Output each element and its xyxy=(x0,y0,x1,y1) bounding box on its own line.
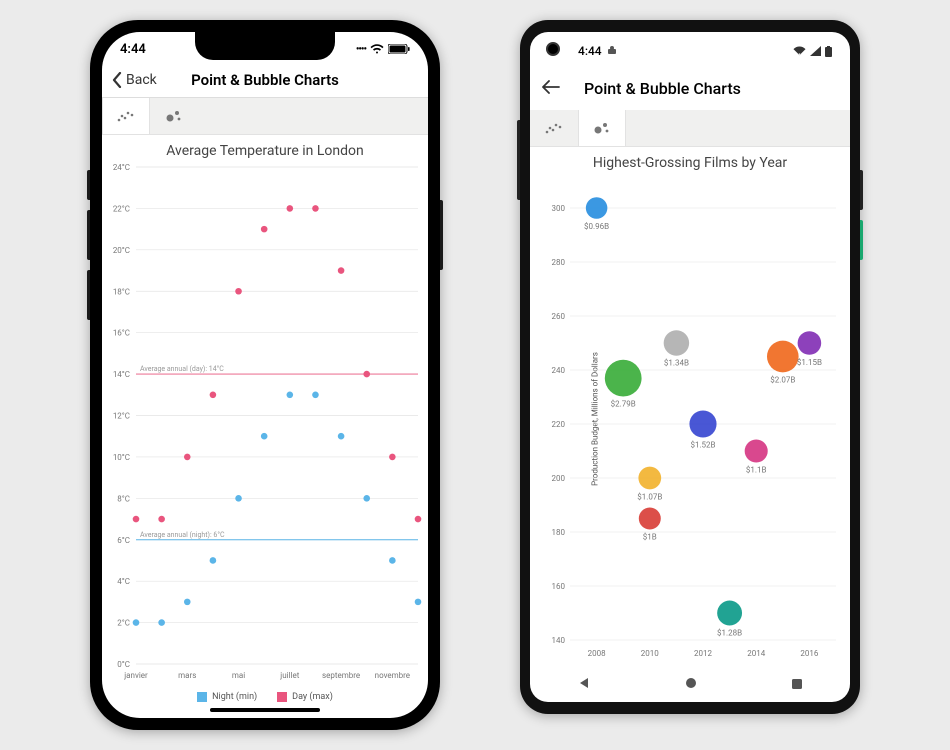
svg-text:300: 300 xyxy=(552,204,566,213)
svg-text:18°C: 18°C xyxy=(113,287,130,296)
android-appbar: Point & Bubble Charts xyxy=(530,66,850,110)
bubble-icon xyxy=(593,121,611,135)
svg-text:200: 200 xyxy=(552,474,566,483)
iphone-volume-down xyxy=(87,270,90,320)
svg-text:$2.79B: $2.79B xyxy=(611,399,636,408)
android-device: 4:44 Point & Bubble Charts xyxy=(520,20,860,714)
svg-text:2008: 2008 xyxy=(588,649,606,658)
page-title: Point & Bubble Charts xyxy=(584,79,741,98)
svg-text:180: 180 xyxy=(552,528,566,537)
svg-text:juillet: juillet xyxy=(279,671,299,680)
android-accent-button xyxy=(860,220,863,260)
svg-text:20°C: 20°C xyxy=(113,246,130,255)
svg-text:mars: mars xyxy=(178,671,196,680)
svg-text:140: 140 xyxy=(552,636,566,645)
legend-night: Night (min) xyxy=(197,692,257,702)
battery-icon xyxy=(825,46,832,57)
svg-text:24°C: 24°C xyxy=(113,163,130,172)
svg-text:6°C: 6°C xyxy=(117,536,130,545)
arrow-left-icon xyxy=(542,80,560,94)
cellular-icon xyxy=(810,46,821,56)
debug-icon xyxy=(608,46,616,56)
iphone-device: 4:44 •••• Back Point & Bubble Charts xyxy=(90,20,440,730)
tab-scatter[interactable] xyxy=(530,110,578,146)
svg-text:$0.96B: $0.96B xyxy=(584,222,609,231)
svg-text:janvier: janvier xyxy=(123,671,148,680)
android-camera xyxy=(546,42,560,56)
battery-icon xyxy=(388,44,410,54)
svg-text:10°C: 10°C xyxy=(113,453,130,462)
svg-text:14°C: 14°C xyxy=(113,370,130,379)
svg-text:$1.15B: $1.15B xyxy=(797,358,822,367)
scatter-icon xyxy=(545,121,563,135)
back-label: Back xyxy=(126,72,157,88)
svg-text:220: 220 xyxy=(552,420,566,429)
svg-text:novembre: novembre xyxy=(375,671,410,680)
iphone-power-button xyxy=(440,200,443,270)
svg-text:2014: 2014 xyxy=(747,649,765,658)
legend-night-label: Night (min) xyxy=(212,692,257,702)
iphone-silent-switch xyxy=(87,170,90,200)
scatter-icon xyxy=(117,109,135,123)
svg-text:8°C: 8°C xyxy=(117,494,130,503)
svg-text:16°C: 16°C xyxy=(113,329,130,338)
android-status-bar: 4:44 xyxy=(530,32,850,66)
chart-type-tabs xyxy=(530,110,850,147)
wifi-icon xyxy=(370,44,384,54)
android-volume-rocker xyxy=(517,120,520,200)
iphone-volume-up xyxy=(87,210,90,260)
svg-text:Average annual (day): 14°C: Average annual (day): 14°C xyxy=(140,365,224,373)
tab-bubble[interactable] xyxy=(150,98,198,134)
svg-text:0°C: 0°C xyxy=(117,660,130,669)
legend-day-label: Day (max) xyxy=(292,692,333,702)
back-button[interactable] xyxy=(542,79,560,98)
nav-back[interactable] xyxy=(577,675,591,694)
svg-text:septembre: septembre xyxy=(322,671,360,680)
nav-recent[interactable] xyxy=(791,675,803,694)
svg-text:2016: 2016 xyxy=(800,649,818,658)
tab-scatter[interactable] xyxy=(102,98,150,134)
svg-text:$1B: $1B xyxy=(643,533,657,542)
svg-text:2012: 2012 xyxy=(694,649,712,658)
chart-type-tabs xyxy=(102,98,428,135)
bubble-icon xyxy=(165,109,183,123)
svg-text:$1.34B: $1.34B xyxy=(664,359,689,368)
legend-day: Day (max) xyxy=(277,692,333,702)
svg-text:260: 260 xyxy=(552,312,566,321)
svg-text:160: 160 xyxy=(552,582,566,591)
cellular-icon: •••• xyxy=(356,44,366,55)
svg-text:$1.28B: $1.28B xyxy=(717,628,742,637)
chevron-left-icon xyxy=(110,72,124,88)
chart-title: Average Temperature in London xyxy=(102,135,428,163)
home-indicator xyxy=(210,708,320,712)
svg-text:4°C: 4°C xyxy=(117,577,130,586)
svg-text:22°C: 22°C xyxy=(113,204,130,213)
back-button[interactable]: Back xyxy=(110,72,157,88)
svg-text:$1.52B: $1.52B xyxy=(690,441,715,450)
iphone-notch xyxy=(195,32,335,60)
tab-bubble[interactable] xyxy=(578,110,626,146)
android-power-button xyxy=(860,170,863,210)
ios-navbar: Back Point & Bubble Charts xyxy=(102,62,428,98)
svg-text:12°C: 12°C xyxy=(113,412,130,421)
status-time: 4:44 xyxy=(578,44,602,58)
svg-text:$2.07B: $2.07B xyxy=(770,375,795,384)
films-bubble-chart: Production Budget, Millions of Dollars 1… xyxy=(530,175,850,662)
wifi-icon xyxy=(793,46,806,56)
android-navbar xyxy=(530,666,850,702)
svg-text:mai: mai xyxy=(232,671,245,680)
status-time: 4:44 xyxy=(120,42,146,57)
london-temp-chart: 0°C 2°C 4°C 6°C 8°C 10°C 12°C 14°C 16°C 18°C 20°C 2… xyxy=(102,163,428,688)
chart-title: Highest-Grossing Films by Year xyxy=(530,147,850,175)
legend: Night (min) Day (max) xyxy=(102,688,428,718)
svg-text:240: 240 xyxy=(552,366,566,375)
nav-home[interactable] xyxy=(684,675,698,694)
svg-text:280: 280 xyxy=(552,258,566,267)
svg-text:Average annual (night): 6°C: Average annual (night): 6°C xyxy=(140,531,225,539)
svg-text:2010: 2010 xyxy=(641,649,659,658)
svg-text:$1.07B: $1.07B xyxy=(637,492,662,501)
svg-text:$1.1B: $1.1B xyxy=(746,466,767,475)
svg-text:2°C: 2°C xyxy=(117,619,130,628)
